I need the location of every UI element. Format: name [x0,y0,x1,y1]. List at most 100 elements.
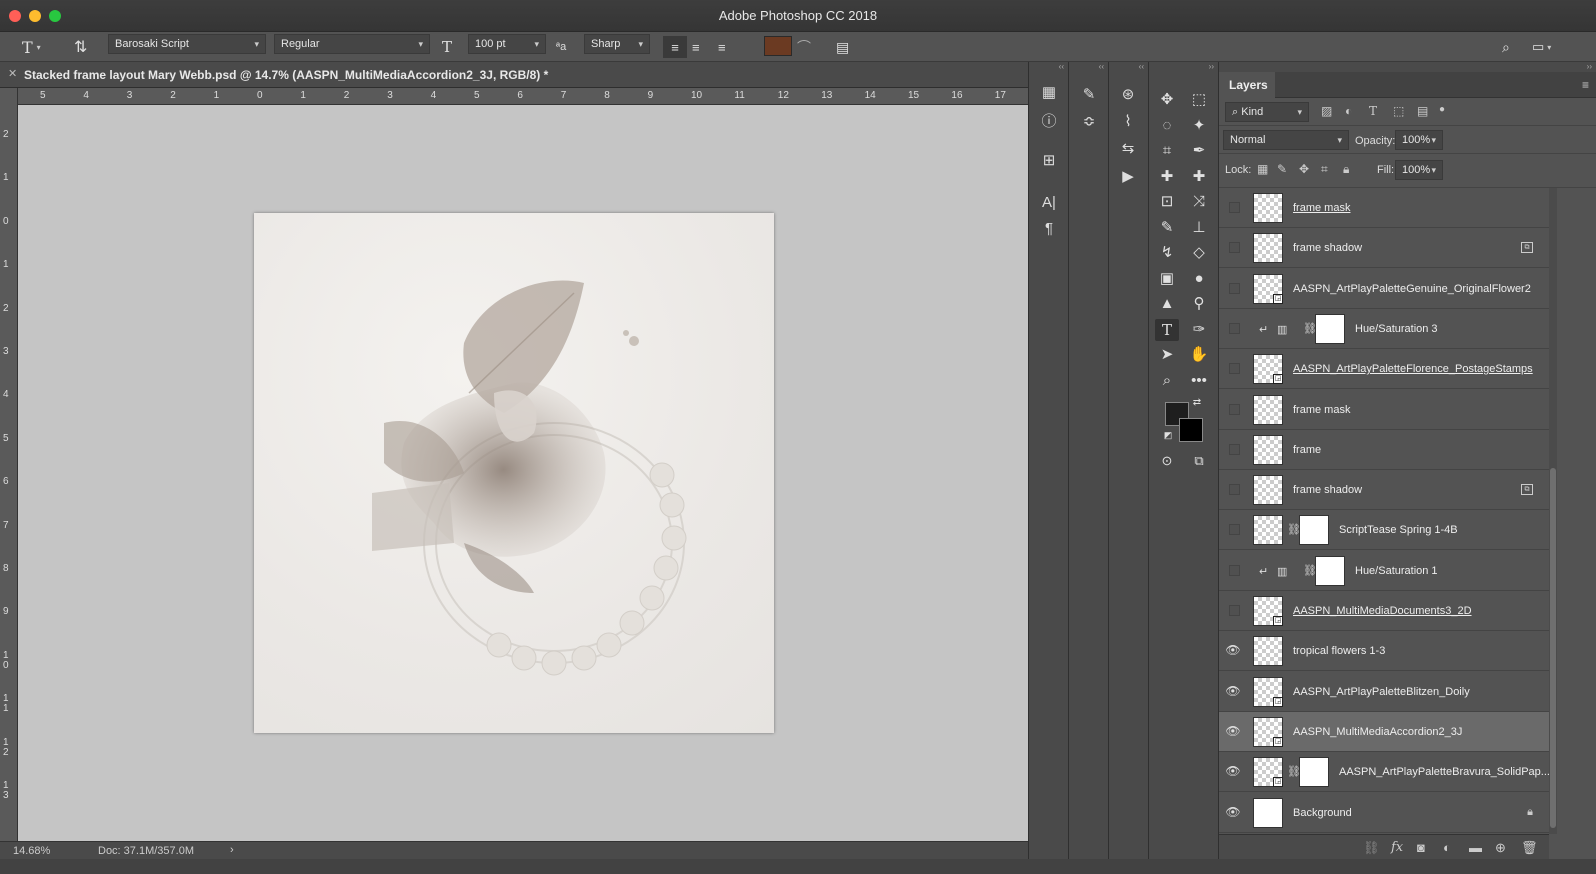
vertical-ruler[interactable]: 2101234567891 01 11 21 3 [0,88,18,856]
collapse-dock-icon[interactable]: ‹‹ [1109,62,1148,72]
layer-name[interactable]: AASPN_ArtPlayPaletteGenuine_OriginalFlow… [1293,283,1531,295]
workspace-switcher-button[interactable]: ▭ ▾ [1532,36,1551,58]
lock-artboard-icon[interactable]: ⌗ [1321,162,1328,177]
dodge-tool-icon[interactable]: ⚲ [1187,293,1211,315]
frame-tool-icon[interactable]: ⊡ [1155,191,1179,213]
brush-presets-panel-icon[interactable]: ✎ [1078,84,1100,106]
layer-name[interactable]: Background [1293,807,1352,819]
visibility-toggle[interactable] [1229,403,1240,415]
tab-layers[interactable]: Layers [1219,72,1275,98]
crop-tool-icon[interactable]: ⌗ [1155,140,1179,162]
eraser-tool-icon[interactable]: ◇ [1187,242,1211,264]
layer-list[interactable]: frame mask frame shadow ⧉ ◲ AASPN_ArtPlayPal… [1219,188,1549,834]
layer-row[interactable]: 👁︎ tropical flowers 1-3 [1219,631,1549,672]
layer-mask-thumbnail[interactable] [1299,757,1329,788]
lock-image-icon[interactable]: ✎ [1277,162,1287,176]
brush-settings-panel-icon[interactable]: ≎ [1078,111,1100,133]
collapse-dock-icon[interactable]: ‹‹ [1029,62,1068,72]
scrollbar-thumb[interactable] [1550,468,1556,828]
visibility-eye-icon[interactable]: 👁︎ [1225,684,1241,700]
patch-tool-icon[interactable]: ✚ [1187,166,1211,188]
new-layer-icon[interactable]: ⊕ [1495,840,1506,856]
quick-mask-icon[interactable]: ⊙ [1155,450,1179,472]
warp-text-button[interactable]: ⌒ [797,36,811,58]
visibility-toggle[interactable] [1229,282,1240,294]
layer-thumbnail[interactable]: ◲ [1253,354,1283,385]
filter-shape-icon[interactable]: ⬚ [1393,104,1404,118]
eyedropper-tool-icon[interactable]: ✒ [1187,140,1211,162]
layer-row[interactable]: 👁︎ ◲ ⛓ AASPN_ArtPlayPaletteBravura_SolidPap… [1219,752,1549,793]
layer-thumbnail[interactable] [1253,394,1283,425]
gradient-tool-icon[interactable]: ▣ [1155,268,1179,290]
layer-name[interactable]: AASPN_ArtPlayPaletteBlitzen_Doily [1293,686,1470,698]
horizontal-ruler[interactable]: 5 4 3 2 1 0 1 2 3 4 5 6 7 8 9 10 11 12 13 14 15 16 17 [18,88,1028,105]
info-panel-icon[interactable]: ⓘ [1038,111,1060,133]
layer-thumbnail[interactable]: ◲ [1253,716,1283,747]
screen-mode-icon[interactable]: ⧉ [1187,450,1211,472]
filter-pixel-icon[interactable]: ▨ [1321,104,1332,118]
antialias-select[interactable]: Sharp ▾ [584,34,650,54]
visibility-toggle[interactable] [1229,322,1240,334]
add-layer-style-icon[interactable]: fx [1391,840,1403,855]
fill-field[interactable]: 100% ▾ [1395,160,1443,180]
layer-name[interactable]: frame [1293,444,1321,456]
visibility-toggle[interactable] [1229,484,1240,496]
layer-row[interactable]: 👁︎ ◲ AASPN_ArtPlayPaletteBlitzen_Doily [1219,671,1549,712]
swatches-panel-icon[interactable]: ⇆ [1117,138,1139,160]
layer-row[interactable]: 👁︎ ◲ AASPN_MultiMediaAccordion2_3J [1219,711,1549,752]
layer-mask-thumbnail[interactable] [1315,313,1345,344]
layer-thumbnail[interactable] [1253,233,1283,264]
font-size-field[interactable]: 100 pt ▾ [468,34,546,54]
zoom-tool-icon[interactable]: ⌕ [1155,370,1179,392]
layer-row[interactable]: ↵ ▥ ⛓ Hue/Saturation 1 [1219,550,1549,591]
align-left-button[interactable]: ≡ [663,36,687,58]
lock-all-icon[interactable]: 🔒︎ [1343,162,1349,177]
visibility-eye-icon[interactable]: 👁︎ [1225,643,1241,659]
paragraph-panel-icon[interactable]: ¶ [1038,218,1060,240]
layer-lock-icon[interactable]: 🔒︎ [1527,806,1533,819]
paths-panel-icon[interactable]: ⌇ [1117,111,1139,133]
visibility-eye-icon[interactable]: 👁︎ [1225,724,1241,740]
marquee-tool-icon[interactable]: ⬚ [1187,89,1211,111]
content-aware-move-tool-icon[interactable]: ⤨ [1187,191,1211,213]
search-button[interactable]: ⌕ [1502,36,1510,58]
visibility-eye-icon[interactable]: 👁︎ [1225,805,1241,821]
more-tools-icon[interactable]: ••• [1187,370,1211,392]
brush-tool-icon[interactable]: ✎ [1155,217,1179,239]
character-panel-button[interactable]: ▤ [836,36,849,58]
move-tool-icon[interactable]: ✥ [1155,89,1179,111]
layer-thumbnail[interactable]: ◲ [1253,676,1283,707]
channels-panel-icon[interactable]: ⊛ [1117,84,1139,106]
layer-effects-icon[interactable]: ⧉ [1521,242,1533,254]
healing-brush-tool-icon[interactable]: ✚ [1155,166,1179,188]
layer-name[interactable]: frame mask [1293,404,1350,416]
layer-thumbnail[interactable] [1253,434,1283,465]
lock-transparent-icon[interactable]: ▦ [1257,162,1268,176]
document-canvas[interactable] [254,213,774,733]
type-tool-icon[interactable]: T [1155,319,1179,341]
document-tab[interactable]: ✕ Stacked frame layout Mary Webb.psd @ 1… [0,62,1046,88]
collapse-layers-icon[interactable]: ›› [1219,62,1596,72]
layer-row[interactable]: frame mask [1219,188,1549,228]
filter-smart-object-icon[interactable]: ▤ [1417,104,1428,118]
filter-kind-select[interactable]: ⌕ Kind ▾ [1225,102,1309,122]
magic-wand-tool-icon[interactable]: ✦ [1187,115,1211,137]
filter-toggle-icon[interactable]: ● [1439,104,1445,115]
type-tool-preset-button[interactable]: T ▾ [22,36,41,58]
lasso-tool-icon[interactable]: ◌ [1155,115,1179,137]
swap-colors-icon[interactable]: ⇄ [1189,396,1205,410]
clone-stamp-tool-icon[interactable]: ⊥ [1187,217,1211,239]
layer-name[interactable]: AASPN_ArtPlayPaletteFlorence_PostageStam… [1293,363,1533,375]
layer-row[interactable]: 👁︎ Background 🔒︎ [1219,792,1549,833]
layer-name[interactable]: frame mask [1293,202,1350,214]
layer-row[interactable]: frame shadow ⧉ [1219,228,1549,269]
visibility-toggle[interactable] [1229,605,1240,616]
toggle-text-orientation-button[interactable]: ⇅ [74,36,87,58]
lock-position-icon[interactable]: ✥ [1299,162,1309,176]
text-color-swatch[interactable] [764,36,792,56]
hand-tool-icon[interactable]: ✋ [1187,344,1211,366]
align-center-button[interactable]: ≡ [692,36,700,58]
layers-scrollbar[interactable] [1549,188,1557,834]
layer-row[interactable]: ◲ AASPN_MultiMediaDocuments3_2D [1219,591,1549,631]
font-style-select[interactable]: Regular ▾ [274,34,430,54]
